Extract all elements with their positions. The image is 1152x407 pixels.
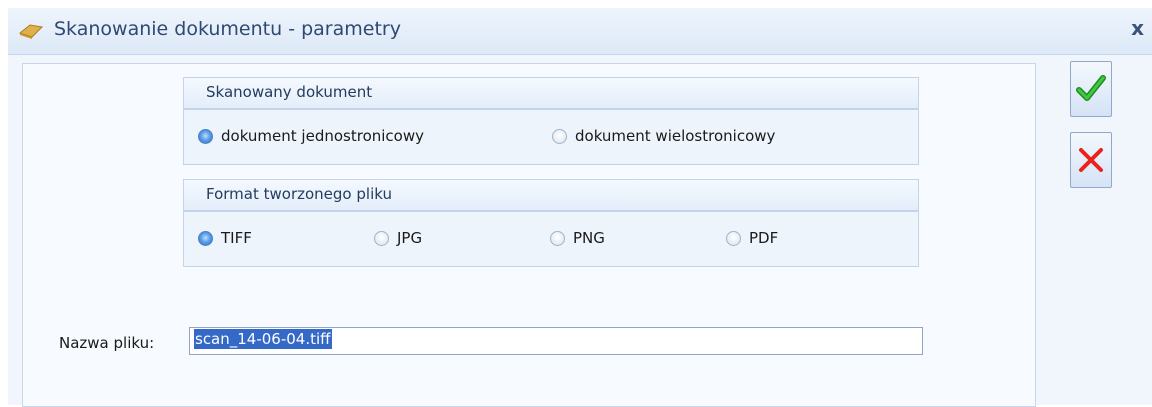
cancel-button[interactable] bbox=[1070, 132, 1112, 188]
scan-parameters-dialog: Skanowanie dokumentu - parametry x Skano… bbox=[0, 0, 1152, 407]
radio-dot bbox=[550, 230, 565, 246]
radio-png[interactable]: PNG bbox=[550, 229, 605, 247]
dialog-content: Skanowany dokument dokument jednostronic… bbox=[8, 55, 1152, 407]
parameters-panel: Skanowany dokument dokument jednostronic… bbox=[22, 63, 1036, 407]
radio-dot bbox=[374, 230, 389, 246]
group-title: Format tworzonego pliku bbox=[206, 185, 392, 203]
file-format-group: Format tworzonego pliku TIFF JPG PNG PDF bbox=[183, 179, 921, 271]
close-button[interactable]: x bbox=[1131, 16, 1144, 40]
scanned-document-group: Skanowany dokument dokument jednostronic… bbox=[183, 77, 921, 169]
radio-label: dokument wielostronicowy bbox=[575, 127, 776, 145]
radio-tiff[interactable]: TIFF bbox=[198, 229, 252, 247]
radio-label: dokument jednostronicowy bbox=[221, 127, 424, 145]
radio-label: TIFF bbox=[221, 229, 252, 247]
title-bar: Skanowanie dokumentu - parametry x bbox=[8, 8, 1152, 55]
group-body: dokument jednostronicowy dokument wielos… bbox=[183, 109, 919, 165]
group-header: Skanowany dokument bbox=[183, 77, 919, 109]
file-name-input[interactable]: scan_14-06-04.tiff bbox=[189, 327, 923, 355]
dialog-title: Skanowanie dokumentu - parametry bbox=[54, 18, 401, 40]
file-name-label: Nazwa pliku: bbox=[59, 334, 155, 352]
group-header: Format tworzonego pliku bbox=[183, 179, 919, 211]
red-x-icon bbox=[1079, 148, 1103, 172]
ok-button[interactable] bbox=[1070, 61, 1112, 117]
file-name-value: scan_14-06-04.tiff bbox=[194, 329, 332, 349]
radio-single-page[interactable]: dokument jednostronicowy bbox=[198, 127, 424, 145]
radio-jpg[interactable]: JPG bbox=[374, 229, 422, 247]
radio-pdf[interactable]: PDF bbox=[726, 229, 778, 247]
radio-dot bbox=[198, 128, 213, 144]
radio-dot bbox=[198, 230, 213, 246]
radio-dot bbox=[552, 128, 567, 144]
radio-label: PDF bbox=[749, 229, 779, 247]
eraser-icon bbox=[18, 24, 44, 39]
checkmark-icon bbox=[1076, 75, 1106, 101]
group-title: Skanowany dokument bbox=[206, 83, 373, 101]
radio-label: PNG bbox=[573, 229, 605, 247]
radio-label: JPG bbox=[397, 229, 423, 247]
group-body: TIFF JPG PNG PDF bbox=[183, 211, 919, 267]
radio-dot bbox=[726, 230, 741, 246]
radio-multi-page[interactable]: dokument wielostronicowy bbox=[552, 127, 775, 145]
